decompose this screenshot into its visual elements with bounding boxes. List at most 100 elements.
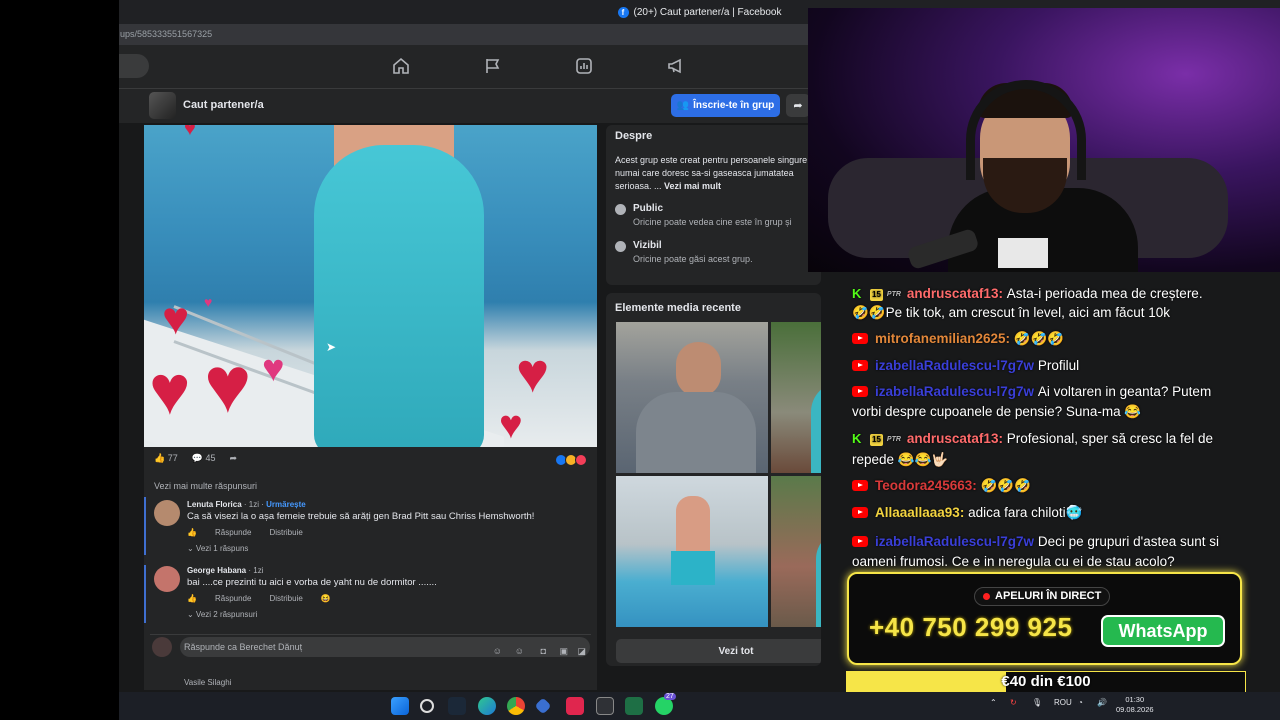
avatar[interactable] <box>154 566 180 592</box>
edge-icon[interactable] <box>478 697 496 715</box>
chat-text: Asta-i perioada mea de creștere. <box>1006 286 1203 301</box>
media-thumbnail[interactable] <box>616 322 768 473</box>
media-thumbnail[interactable] <box>771 322 821 473</box>
kick-icon: K <box>852 431 862 446</box>
love-reaction-icon <box>575 454 587 466</box>
recent-media-card: Elemente media recente Vezi tot <box>606 293 821 666</box>
window-title: (20+) Caut partener/a | Facebook <box>633 6 782 18</box>
donation-goal-bar: €40 din €100 <box>846 671 1246 693</box>
refresh-icon[interactable]: ↻ <box>1010 698 1017 707</box>
clock[interactable]: 01:30 09.08.2026 <box>1116 695 1154 715</box>
windows-taskbar: 27 ⌃ ↻ 🎙 ROU ◔ 🔊 01:30 09.08.2026 <box>119 692 1280 720</box>
comment-author[interactable]: George Habana · 1zi <box>187 566 263 575</box>
mouse-cursor-icon: ➤ <box>326 340 337 354</box>
live-call-widget: APELURI ÎN DIRECT +40 750 299 925 WhatsA… <box>847 572 1242 665</box>
post-photo[interactable]: ♥ ♥ ♥ ♥ ♥ ♥ ♥ ♥ ➤ <box>144 125 597 447</box>
gif-icon[interactable]: ▣ <box>559 641 568 661</box>
chat-message: 🤣🤣Pe tik tok, am crescut în level, aici … <box>852 303 1242 323</box>
search-icon[interactable] <box>420 699 434 713</box>
thread-line <box>144 565 146 623</box>
join-group-button[interactable]: 👥 Înscrie-te în grup <box>671 94 780 117</box>
share-post-icon[interactable]: ➦ <box>229 453 237 464</box>
heart-icon: ♥ <box>262 348 285 390</box>
heart-icon: ♥ <box>204 294 213 310</box>
avatar-sticker-icon[interactable]: ☺ <box>493 641 502 661</box>
people-icon: 👥 <box>676 100 690 111</box>
obs-icon[interactable] <box>596 697 614 715</box>
media-thumbnail[interactable] <box>616 476 768 627</box>
comment-author[interactable]: Vasile Silaghi <box>184 678 231 687</box>
about-title: Despre <box>615 130 653 142</box>
youtube-icon <box>852 333 868 344</box>
more-replies-link[interactable]: Vezi mai multe răspunsuri <box>154 481 257 491</box>
streaming-app-icon[interactable] <box>566 697 584 715</box>
chat-text: adica fara chiloti🥶 <box>968 505 1083 520</box>
chat-username: Allaaallaaa93: <box>875 505 965 520</box>
kick-icon: K <box>852 286 862 301</box>
heart-icon: ♥ <box>149 351 191 429</box>
live-dot-icon <box>983 593 990 600</box>
chat-message: izabellaRadulescu-l7g7w Profilul <box>852 356 1242 376</box>
like-button[interactable]: 👍 77 <box>154 453 178 464</box>
reply-link[interactable]: Răspunde <box>215 528 251 537</box>
goal-text: €40 din €100 <box>1001 673 1091 690</box>
reply-link[interactable]: Răspunde <box>215 594 251 603</box>
reaction-summary[interactable] <box>555 454 587 466</box>
facebook-favicon-icon: f <box>617 6 629 18</box>
search-field[interactable] <box>119 54 149 78</box>
see-more-link[interactable]: Vezi mai mult <box>664 181 721 191</box>
windows-start-icon[interactable] <box>391 697 409 715</box>
share-button[interactable]: ➦ <box>786 94 810 117</box>
volume-icon[interactable]: 🔊 <box>1097 698 1107 707</box>
comment-button[interactable]: 💬 45 <box>192 453 216 464</box>
chart-icon[interactable] <box>575 57 593 75</box>
about-card: Despre Acest grup este creat pentru pers… <box>606 125 821 285</box>
microphone-tray-icon[interactable]: 🎙 <box>1032 698 1042 707</box>
thread-line <box>144 497 146 555</box>
steam-icon[interactable] <box>448 697 466 715</box>
chat-message: K 15 PTR andruscataf13: Asta-i perioada mea… <box>852 284 1242 305</box>
flag-icon[interactable] <box>484 57 502 75</box>
emoji-icon[interactable]: ☺ <box>515 641 524 661</box>
chat-message: Teodora245663: 🤣🤣🤣 <box>852 476 1242 496</box>
live-calls-label: APELURI ÎN DIRECT <box>974 587 1111 606</box>
globe-icon <box>615 204 626 215</box>
share-link[interactable]: Distribuie <box>269 528 302 537</box>
media-title: Elemente media recente <box>615 302 741 314</box>
camera-icon[interactable]: ◘ <box>541 641 546 661</box>
view-replies-link[interactable]: ⌄ Vezi 2 răspunsuri <box>187 610 257 619</box>
chat-text: 🤣🤣🤣 <box>980 478 1032 493</box>
sticker-icon[interactable]: ◪ <box>577 641 586 661</box>
heart-icon: ♥ <box>184 125 196 140</box>
language-indicator[interactable]: ROU <box>1054 698 1072 707</box>
phone-number: +40 750 299 925 <box>869 612 1073 642</box>
comment-count: 45 <box>205 453 216 463</box>
comment-text: bai ....ce prezinti tu aici e vorba de y… <box>187 577 437 588</box>
media-thumbnail[interactable] <box>771 476 821 627</box>
app-icon[interactable] <box>534 697 552 715</box>
chat-username: izabellaRadulescu-l7g7w <box>875 534 1035 549</box>
chat-message: mitrofanemilian2625: 🤣🤣🤣 <box>852 329 1242 349</box>
view-replies-link[interactable]: ⌄ Vezi 1 răspuns <box>187 544 248 553</box>
share-link[interactable]: Distribuie <box>269 594 302 603</box>
reply-input[interactable]: Răspunde ca Berechet Dănuț ☺ ☺ ◘ ▣ ◪ <box>180 637 590 657</box>
group-thumbnail[interactable] <box>149 92 176 119</box>
like-icon[interactable]: 👍 <box>187 528 197 537</box>
megaphone-icon[interactable] <box>667 57 685 75</box>
eye-icon <box>615 241 626 252</box>
heart-icon: ♥ <box>162 292 190 344</box>
post-card: ♥ ♥ ♥ ♥ ♥ ♥ ♥ ♥ ➤ 👍 77 💬 45 ➦ Vezi mai m… <box>144 125 597 690</box>
chrome-icon[interactable] <box>507 697 525 715</box>
chat-username: mitrofanemilian2625: <box>875 331 1011 346</box>
chevron-up-icon[interactable]: ⌃ <box>990 698 997 707</box>
chat-username: andruscataf13: <box>906 286 1003 301</box>
wifi-icon[interactable]: ◔ <box>1078 698 1083 707</box>
heart-icon: ♥ <box>204 340 252 429</box>
like-icon[interactable]: 👍 <box>187 594 197 603</box>
home-icon[interactable] <box>392 57 410 75</box>
see-all-button[interactable]: Vezi tot <box>616 639 821 663</box>
avatar[interactable] <box>154 500 180 526</box>
group-name[interactable]: Caut partener/a <box>183 99 264 111</box>
excel-icon[interactable] <box>625 697 643 715</box>
comment-author[interactable]: Lenuta Florica · 1zi · Urmărește <box>187 500 306 509</box>
